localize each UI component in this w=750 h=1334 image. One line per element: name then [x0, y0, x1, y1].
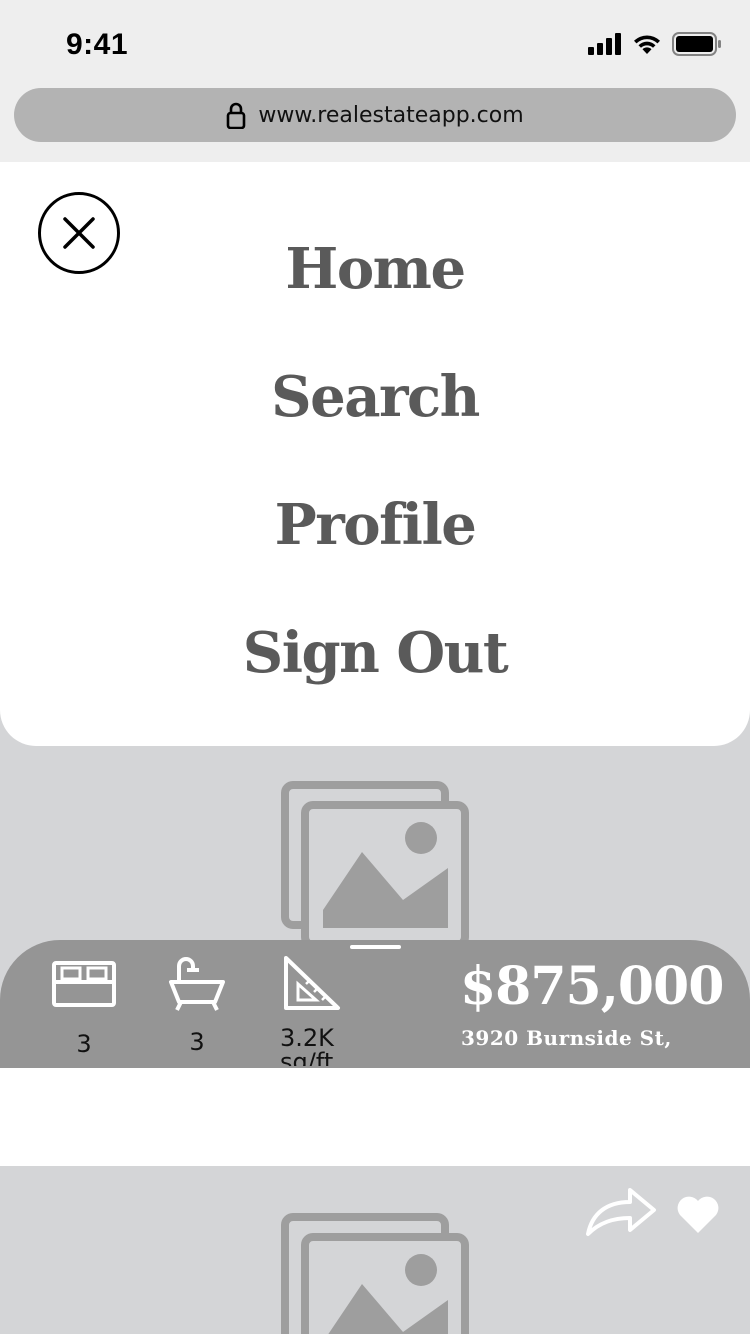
heart-icon[interactable]	[676, 1194, 720, 1234]
baths-value: 3	[189, 1028, 205, 1056]
status-time: 9:41	[66, 28, 129, 61]
url-bar[interactable]: www.realestateapp.com	[14, 88, 736, 142]
beds-value: 3	[76, 1030, 92, 1058]
signal-icon	[588, 33, 621, 55]
area-value: 3.2K sq/ft	[280, 1024, 334, 1066]
status-icons	[588, 32, 722, 56]
baths-feature: 3	[166, 956, 228, 1056]
menu-item-search[interactable]: Search	[0, 364, 750, 430]
beds-feature: 3	[50, 960, 118, 1058]
bed-icon	[52, 961, 116, 1007]
listing-address: 3920 Burnside St,	[461, 1026, 672, 1050]
url-text: www.realestateapp.com	[258, 102, 524, 128]
area-icon	[284, 956, 340, 1010]
image-placeholder-icon	[281, 781, 469, 949]
menu-item-profile[interactable]: Profile	[0, 492, 750, 558]
menu-item-sign-out[interactable]: Sign Out	[0, 620, 750, 686]
share-icon[interactable]	[584, 1188, 658, 1238]
battery-icon	[672, 32, 721, 56]
listing-image-2[interactable]	[0, 1166, 750, 1334]
area-feature: 3.2K sq/ft	[280, 954, 350, 1066]
bath-icon	[169, 957, 225, 1011]
drag-handle[interactable]	[350, 945, 401, 949]
wifi-icon	[634, 35, 660, 54]
menu-item-home[interactable]: Home	[0, 236, 750, 302]
status-bar: 9:41 www.realestateapp.com	[0, 0, 750, 162]
listing-price: $875,000	[460, 956, 724, 1017]
lock-icon	[227, 102, 246, 129]
image-placeholder-icon	[281, 1213, 469, 1334]
